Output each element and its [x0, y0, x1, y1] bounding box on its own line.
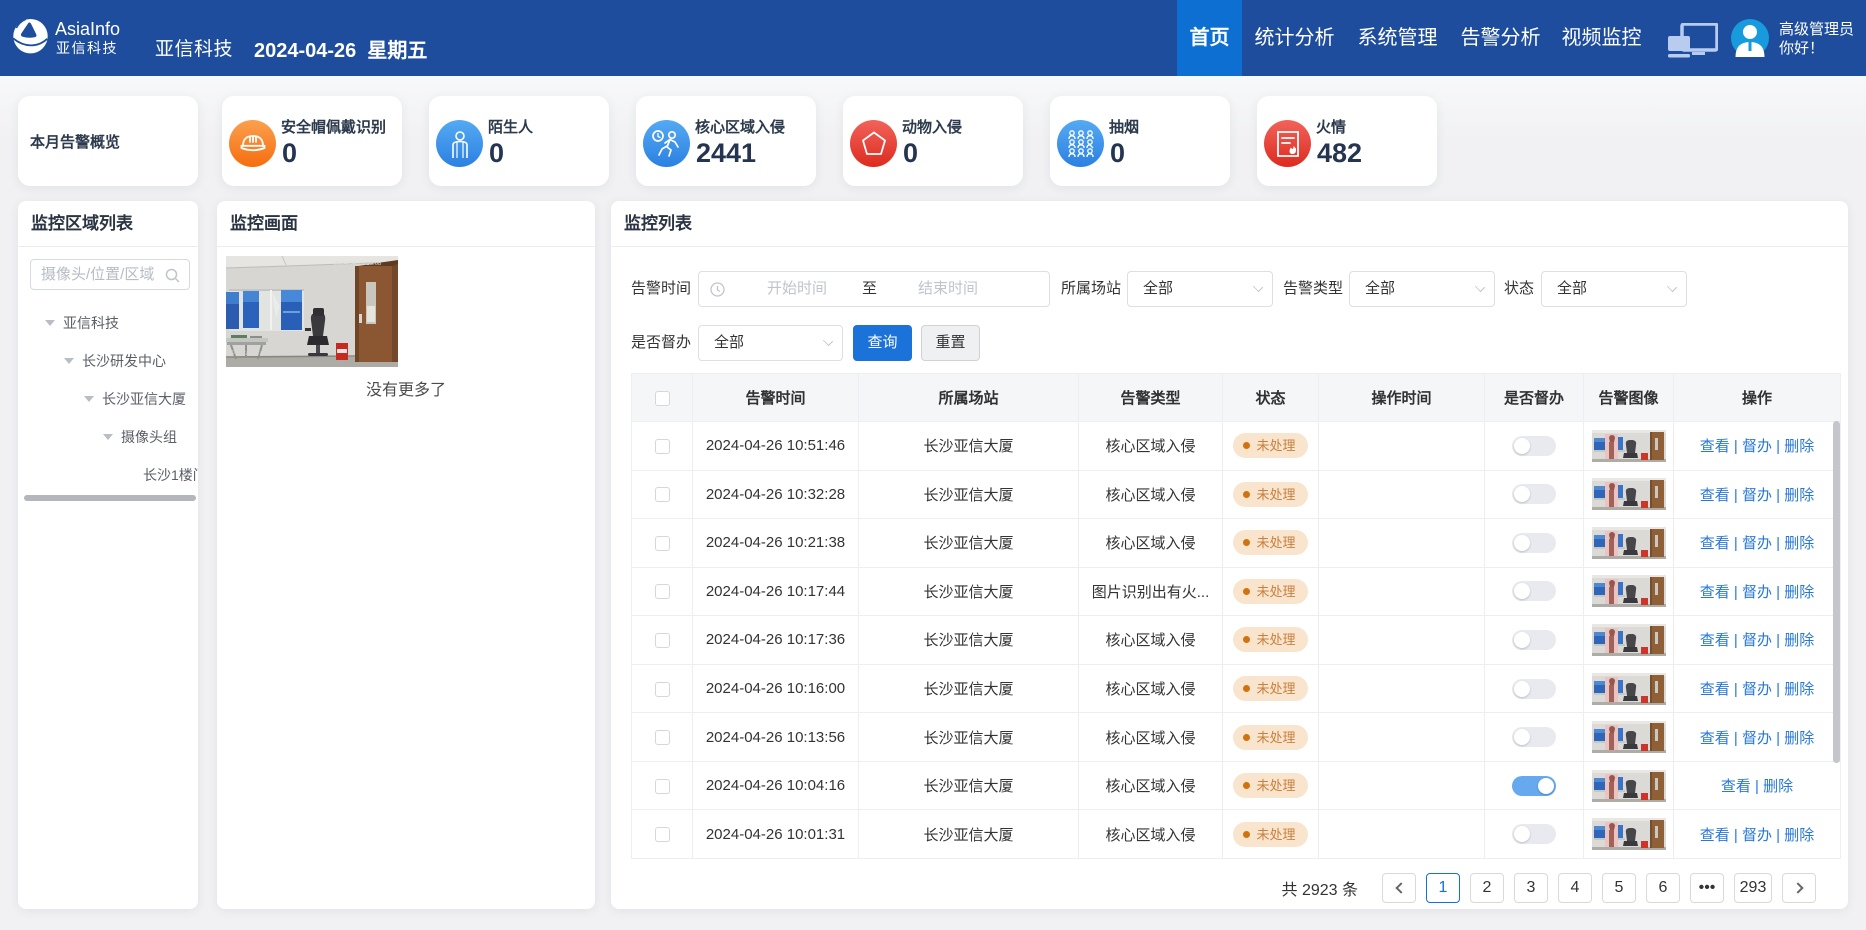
svg-text:2024-04-26 15:08: 2024-04-26 15:08: [334, 261, 382, 267]
svg-text:IPC Camera: IPC Camera: [230, 351, 264, 357]
